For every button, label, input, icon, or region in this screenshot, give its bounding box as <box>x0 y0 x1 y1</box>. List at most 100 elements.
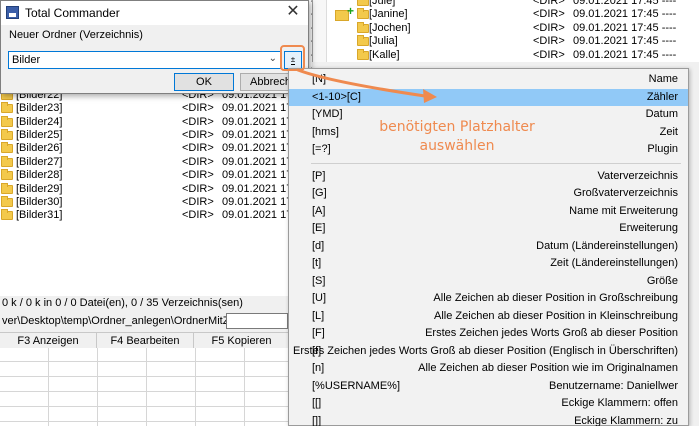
menu-item[interactable]: []] Eckige Klammern: zu <box>289 413 688 426</box>
file-row[interactable]: [Bilder24]<DIR>09.01.2021 17:45 ---- <box>0 115 312 129</box>
annotation-text: benötigten Platzhalter auswählen <box>372 118 542 156</box>
menu-item[interactable]: [F] Erstes Zeichen jedes Worts Groß ab di… <box>289 325 688 342</box>
file-name: [Julia] <box>369 35 398 48</box>
menu-item[interactable]: [G] Großvaterverzeichnis <box>289 185 688 202</box>
grid-line <box>195 348 196 426</box>
menu-item-description: Name mit Erweiterung <box>569 204 678 217</box>
menu-item-code: [U] <box>312 292 327 304</box>
f5-copy-button[interactable]: F5 Kopieren <box>194 333 290 349</box>
menu-item[interactable]: [f] Erstes Zeichen jedes Worts Groß ab di… <box>289 343 688 360</box>
folder-icon <box>1 196 13 207</box>
file-row[interactable]: [Kalle] <DIR> 09.01.2021 17:45 ---- <box>357 48 697 62</box>
menu-item[interactable]: [d] Datum (Ländereinstellungen) <box>289 238 688 255</box>
folder-icon <box>357 35 369 47</box>
menu-item-description: Erweiterung <box>619 222 678 234</box>
folder-icon <box>357 0 369 6</box>
file-row[interactable]: [Bilder30]<DIR>09.01.2021 17:45 ---- <box>0 196 312 209</box>
menu-item[interactable]: [A] Name mit Erweiterung <box>289 203 688 220</box>
file-date: 09.01.2021 17:45 ---- <box>573 8 677 21</box>
menu-item[interactable]: [t] Zeit (Ländereinstellungen) <box>289 255 688 272</box>
grid-line <box>0 421 290 422</box>
folder-icon <box>1 129 13 140</box>
menu-item-description: Datum <box>645 108 678 120</box>
menu-item[interactable]: <1-10>[C] Zähler <box>289 88 688 106</box>
chevron-down-icon[interactable]: ⌄ <box>269 53 277 64</box>
menu-item-code: [N] <box>312 73 327 85</box>
dialog-titlebar[interactable]: Total Commander ✕ <box>1 1 308 25</box>
folder-icon <box>1 115 13 127</box>
command-line-bar: ver\Desktop\temp\Ordner_anlegen\OrdnerMi… <box>0 312 290 330</box>
file-row[interactable]: [Bilder26]<DIR>09.01.2021 17:45 ---- <box>0 142 312 155</box>
file-row[interactable]: [Bilder28]<DIR>09.01.2021 17:45 ---- <box>0 169 312 182</box>
folder-icon <box>1 209 13 221</box>
file-date: 09.01.2021 17:45 ---- <box>573 35 677 48</box>
close-icon[interactable]: ✕ <box>284 3 302 21</box>
plus-minus-icon: ± <box>290 55 296 65</box>
menu-item[interactable]: [N] Name <box>289 71 688 88</box>
menu-item-code: [F] <box>312 327 325 339</box>
file-row[interactable]: [Bilder27]<DIR>09.01.2021 17:45 ---- <box>0 155 312 169</box>
grid-line <box>0 376 290 377</box>
total-commander-icon <box>6 6 19 19</box>
menu-item-code: [n] <box>312 362 325 374</box>
menu-item[interactable]: [L] Alle Zeichen ab dieser Position in Kl… <box>289 308 688 325</box>
f4-edit-button[interactable]: F4 Bearbeiten <box>97 333 194 349</box>
file-row[interactable]: [Bilder29]<DIR>09.01.2021 17:45 ---- <box>0 182 312 196</box>
file-date: 09.01.2021 17:45 ---- <box>573 21 677 34</box>
menu-item[interactable]: [P] Vaterverzeichnis <box>289 168 688 185</box>
menu-item[interactable]: [%USERNAME%] Benutzername: Daniellwer <box>289 378 688 395</box>
placeholder-menu-button[interactable]: ± <box>284 51 302 69</box>
folder-icon <box>1 102 13 114</box>
file-row[interactable]: [Jochen] <DIR> 09.01.2021 17:45 ---- <box>357 21 697 35</box>
menu-item-code: [%USERNAME%] <box>312 379 401 392</box>
file-type: <DIR> <box>182 209 214 222</box>
file-name: [Janine] <box>369 8 408 21</box>
file-row[interactable]: [Bilder23]<DIR>09.01.2021 17:45 ---- <box>0 102 312 115</box>
menu-item[interactable]: [U] Alle Zeichen ab dieser Position in Gr… <box>289 290 688 307</box>
menu-item[interactable]: [S] Größe <box>289 273 688 290</box>
menu-item-code: [E] <box>312 222 326 234</box>
menu-item-code: [[] <box>312 397 322 409</box>
ok-button[interactable]: OK <box>174 73 234 91</box>
file-type: <DIR> <box>533 48 565 61</box>
menu-item-description: Zähler <box>646 90 678 103</box>
background-spreadsheet-grid <box>0 348 290 426</box>
folder-name-input[interactable]: Bilder ⌄ <box>8 51 281 69</box>
command-line-input[interactable] <box>226 313 288 329</box>
file-name: [Bilder27] <box>16 155 63 168</box>
menu-item[interactable]: [E] Erweiterung <box>289 220 688 237</box>
grid-line <box>244 348 245 426</box>
file-row[interactable]: [Bilder25]<DIR>09.01.2021 17:45 ---- <box>0 129 312 142</box>
menu-item-code: [=?] <box>312 143 331 155</box>
file-row[interactable]: [Bilder31]<DIR>09.01.2021 17:45 ---- <box>0 209 312 222</box>
new-folder-icon <box>335 4 354 21</box>
menu-item-description: Plugin <box>647 143 678 155</box>
file-row[interactable]: [Jule] <DIR> 09.01.2021 17:45 ---- <box>357 0 697 8</box>
new-folder-dialog: Total Commander ✕ Neuer Ordner (Verzeich… <box>0 0 309 94</box>
menu-item-code: [L] <box>312 309 325 322</box>
menu-item-description: Erstes Zeichen jedes Worts Groß ab diese… <box>425 327 678 339</box>
file-type: <DIR> <box>533 35 565 48</box>
file-row[interactable]: [Julia] <DIR> 09.01.2021 17:45 ---- <box>357 35 697 48</box>
menu-item-description: Zeit <box>659 125 678 138</box>
menu-item[interactable]: [[] Eckige Klammern: offen <box>289 395 688 412</box>
new-folder-label: Neuer Ordner (Verzeichnis) <box>9 29 143 41</box>
file-row[interactable]: [Janine] <DIR> 09.01.2021 17:45 ---- <box>357 8 697 21</box>
menu-item-code: <1-10>[C] <box>312 90 361 103</box>
grid-line <box>0 391 290 392</box>
menu-item-code: [P] <box>312 169 326 182</box>
folder-icon <box>1 182 13 194</box>
menu-item-description: Name <box>648 73 678 85</box>
dialog-title: Total Commander <box>25 6 120 20</box>
folder-icon <box>1 169 13 181</box>
menu-item-code: [t] <box>312 257 322 269</box>
menu-item-code: [G] <box>312 187 327 199</box>
menu-item[interactable]: [n] Alle Zeichen ab dieser Position wie i… <box>289 360 688 377</box>
f3-view-button[interactable]: F3 Anzeigen <box>0 333 97 349</box>
file-date: 09.01.2021 17:45 ---- <box>573 48 677 61</box>
annotation-line-1: benötigten Platzhalter <box>379 119 535 135</box>
annotation-line-2: auswählen <box>419 138 495 154</box>
menu-item-description: Alle Zeichen ab dieser Position in Großs… <box>433 292 678 304</box>
file-type: <DIR> <box>182 155 214 168</box>
right-file-panel[interactable]: [Jule]<DIR>09.01.2021 17:45 ----[Janine]… <box>312 0 699 62</box>
